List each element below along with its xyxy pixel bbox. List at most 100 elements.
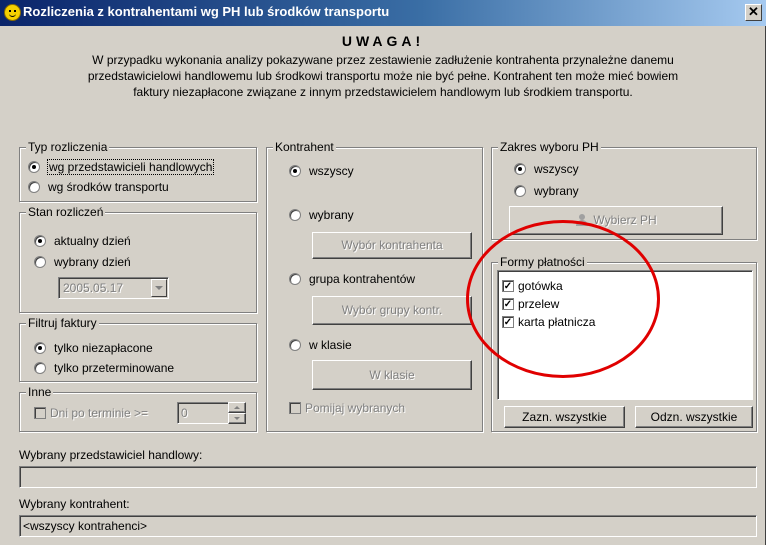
radio-zakres-wybrany-label: wybrany — [534, 184, 579, 198]
radio-icon — [34, 361, 46, 374]
group-typ-rozliczenia: Typ rozliczenia wg przedstawicieli handl… — [19, 140, 257, 202]
checkbox-karta-label: karta płatnicza — [518, 315, 596, 329]
radio-typ-transport[interactable]: wg środków transportu — [28, 180, 169, 194]
checkbox-przelew-label: przelew — [518, 297, 560, 311]
checkmark-icon: ✓ — [502, 297, 514, 310]
zaznacz-wszystkie-button[interactable]: Zazn. wszystkie — [504, 406, 625, 428]
radio-typ-transport-label: wg środków transportu — [48, 180, 169, 194]
zaznacz-wszystkie-label: Zazn. wszystkie — [522, 410, 607, 424]
radio-zakres-wybrany[interactable]: wybrany — [514, 184, 579, 198]
radio-kontrahent-grupa[interactable]: grupa kontrahentów — [289, 272, 415, 286]
wybor-grupy-button[interactable]: Wybór grupy kontr. — [312, 296, 472, 325]
wybrany-ph-field — [19, 466, 757, 488]
radio-kontrahent-klasa[interactable]: w klasie — [289, 338, 352, 352]
checkmark-icon: ✓ — [502, 279, 514, 292]
wybor-kontrahenta-button[interactable]: Wybór kontrahenta — [312, 232, 472, 259]
radio-filtr-przeterminowane[interactable]: tylko przeterminowane — [34, 361, 174, 375]
person-icon — [575, 213, 589, 226]
wybrany-ph-label: Wybrany przedstawiciel handlowy: — [19, 448, 203, 462]
window-title: Rozliczenia z kontrahentami wg PH lub śr… — [23, 4, 390, 19]
group-kontrahent: Kontrahent wszyscy wybrany Wybór kontrah… — [266, 140, 483, 432]
radio-filtr-niezaplacone-label: tylko niezapłacone — [54, 341, 153, 355]
odznacz-wszystkie-label: Odzn. wszystkie — [650, 410, 738, 424]
radio-selected-icon — [28, 160, 40, 173]
radio-kontrahent-wszyscy[interactable]: wszyscy — [289, 164, 354, 178]
group-kontrahent-label: Kontrahent — [273, 140, 336, 154]
warning-line-2: przedstawicielowi handlowemu lub środkow… — [87, 69, 679, 83]
chevron-up-icon — [234, 406, 240, 409]
spin-up-button[interactable] — [228, 402, 246, 413]
checkbox-pomijaj[interactable]: Pomijaj wybranych — [289, 401, 405, 415]
wybierz-ph-button[interactable]: Wybierz PH — [509, 206, 723, 235]
radio-icon — [514, 184, 526, 197]
group-filtr-label: Filtruj faktury — [26, 316, 99, 330]
warning-text: W przypadku wykonania analizy pokazywane… — [10, 52, 756, 100]
radio-filtr-przeterminowane-label: tylko przeterminowane — [54, 361, 175, 375]
radio-kontrahent-wszyscy-label: wszyscy — [309, 164, 354, 178]
w-klasie-label: W klasie — [369, 368, 415, 382]
checkbox-icon — [289, 401, 301, 414]
date-dropdown-button[interactable] — [151, 279, 167, 297]
w-klasie-button[interactable]: W klasie — [312, 360, 472, 390]
radio-stan-aktualny[interactable]: aktualny dzień — [34, 234, 131, 248]
group-stan-rozliczen: Stan rozliczeń aktualny dzień wybrany dz… — [19, 205, 257, 313]
group-inne-label: Inne — [26, 385, 54, 399]
chevron-down-icon — [155, 286, 163, 290]
radio-zakres-wszyscy-label: wszyscy — [534, 162, 579, 176]
radio-stan-wybrany[interactable]: wybrany dzień — [34, 255, 131, 269]
spin-down-button[interactable] — [228, 413, 246, 424]
title-bar[interactable]: Rozliczenia z kontrahentami wg PH lub śr… — [0, 0, 766, 26]
wybrany-kontrahent-label: Wybrany kontrahent: — [19, 497, 130, 511]
smiley-app-icon — [4, 4, 21, 21]
radio-kontrahent-grupa-label: grupa kontrahentów — [309, 272, 416, 286]
group-zakres-ph: Zakres wyboru PH wszyscy wybrany Wybierz… — [491, 140, 757, 240]
checkbox-dni-po-terminie[interactable]: Dni po terminie >= — [34, 406, 148, 420]
checkbox-karta[interactable]: ✓ karta płatnicza — [502, 315, 595, 329]
radio-icon — [289, 272, 301, 285]
radio-stan-aktualny-label: aktualny dzień — [54, 234, 131, 248]
radio-filtr-niezaplacone[interactable]: tylko niezapłacone — [34, 341, 153, 355]
group-formy-platnosci: Formy płatności ✓ gotówka ✓ przelew ✓ karta… — [491, 255, 757, 432]
checkbox-przelew[interactable]: ✓ przelew — [502, 297, 559, 311]
date-value: 2005.05.17 — [63, 281, 124, 295]
checkbox-gotowka[interactable]: ✓ gotówka — [502, 279, 563, 293]
radio-kontrahent-wybrany-label: wybrany — [309, 208, 354, 222]
warning-line-3: faktury niezapłacone związane z innym pr… — [133, 85, 633, 99]
dni-spinner[interactable] — [228, 402, 246, 424]
warning-line-1: W przypadku wykonania analizy pokazywane… — [92, 53, 674, 67]
radio-zakres-wszyscy[interactable]: wszyscy — [514, 162, 579, 176]
radio-kontrahent-klasa-label: w klasie — [309, 338, 352, 352]
odznacz-wszystkie-button[interactable]: Odzn. wszystkie — [635, 406, 753, 428]
close-button[interactable]: ✕ — [745, 4, 762, 21]
dni-input[interactable]: 0 — [177, 402, 229, 424]
date-picker[interactable]: 2005.05.17 — [58, 277, 169, 299]
wybierz-ph-label: Wybierz PH — [593, 213, 657, 227]
group-formy-label: Formy płatności — [498, 255, 587, 269]
group-zakres-label: Zakres wyboru PH — [498, 140, 601, 154]
checkbox-pomijaj-label: Pomijaj wybranych — [305, 401, 406, 415]
radio-stan-wybrany-label: wybrany dzień — [54, 255, 131, 269]
radio-typ-przedstawiciele-label: wg przedstawicieli handlowych — [46, 159, 215, 175]
dni-value: 0 — [181, 406, 188, 420]
radio-selected-icon — [289, 164, 301, 177]
group-inne: Inne Dni po terminie >= 0 — [19, 385, 257, 432]
radio-icon — [289, 338, 301, 351]
radio-icon — [289, 208, 301, 221]
checkmark-icon: ✓ — [502, 315, 514, 328]
group-stan-label: Stan rozliczeń — [26, 205, 106, 219]
formy-list: ✓ gotówka ✓ przelew ✓ karta płatnicza — [497, 270, 753, 400]
radio-icon — [34, 255, 46, 268]
radio-selected-icon — [34, 341, 46, 354]
wybrany-kontrahent-value: <wszyscy kontrahenci> — [23, 519, 148, 533]
wybor-grupy-label: Wybór grupy kontr. — [341, 303, 443, 317]
checkbox-icon — [34, 406, 46, 419]
dialog-window: Rozliczenia z kontrahentami wg PH lub śr… — [0, 0, 766, 545]
group-filtruj-faktury: Filtruj faktury tylko niezapłacone tylko… — [19, 316, 257, 382]
wybrany-kontrahent-field: <wszyscy kontrahenci> — [19, 515, 757, 537]
warning-heading: UWAGA! — [341, 33, 425, 49]
radio-selected-icon — [34, 234, 46, 247]
radio-typ-przedstawiciele[interactable]: wg przedstawicieli handlowych — [28, 159, 215, 175]
radio-selected-icon — [514, 162, 526, 175]
radio-kontrahent-wybrany[interactable]: wybrany — [289, 208, 354, 222]
group-typ-label: Typ rozliczenia — [26, 140, 110, 154]
